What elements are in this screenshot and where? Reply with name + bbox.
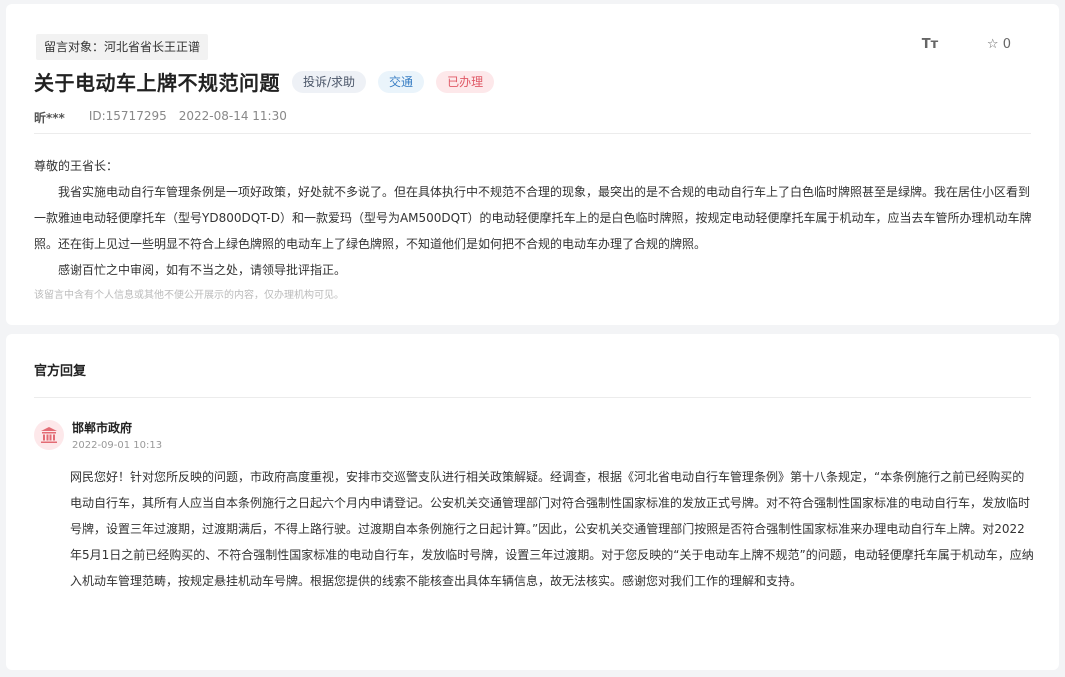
favorite-button[interactable]: ☆ 0 [987, 37, 1011, 52]
message-greeting: 尊敬的王省长： [34, 159, 119, 173]
reply-date: 2022-09-01 10:13 [72, 440, 163, 451]
message-body: 尊敬的王省长： 我省实施电动自行车管理条例是一项好政策，好处就不多说了。但在具体… [34, 153, 1033, 283]
category-badge: 交通 [378, 70, 425, 93]
message-paragraph: 我省实施电动自行车管理条例是一项好政策，好处就不多说了。但在具体执行中不规范不合… [34, 185, 1032, 251]
font-size-icon[interactable]: Tт [921, 37, 939, 52]
message-tools: Tт ☆ 0 [921, 37, 1011, 52]
star-icon: ☆ [986, 37, 999, 52]
author-name: 昕*** [34, 111, 65, 125]
title-row: 关于电动车上牌不规范问题 投诉/求助 交通 已办理 [34, 67, 495, 96]
privacy-notice: 该留言中含有个人信息或其他不便公开展示的内容，仅办理机构可见。 [34, 290, 344, 301]
reply-section-title: 官方回复 [34, 364, 87, 379]
message-card: 留言对象：河北省省长王正谱 Tт ☆ 0 关于电动车上牌不规范问题 投诉/求助 … [6, 4, 1059, 325]
message-target-tag: 留言对象：河北省省长王正谱 [36, 34, 209, 60]
reply-card: 官方回复 邯郸市政府 2022-09-01 10:13 网民您好！针对您所反映的… [6, 334, 1059, 670]
reply-org-name: 邯郸市政府 [72, 421, 133, 435]
message-title: 关于电动车上牌不规范问题 [34, 71, 280, 95]
reply-body: 网民您好！针对您所反映的问题，市政府高度重视，安排市交巡警支队进行相关政策解疑。… [70, 470, 1034, 588]
government-building-icon [34, 420, 64, 450]
status-badge: 已办理 [436, 70, 495, 93]
divider [34, 397, 1031, 398]
message-meta: 昕*** ID:15717295 2022-08-14 11:30 [34, 109, 287, 126]
message-paragraph: 感谢百忙之中审阅，如有不当之处，请领导批评指正。 [58, 263, 347, 277]
favorite-count: 0 [1002, 37, 1011, 52]
type-badge: 投诉/求助 [292, 70, 367, 93]
message-datetime: 2022-08-14 11:30 [178, 109, 287, 123]
message-id: ID:15717295 [88, 109, 167, 123]
divider [34, 133, 1031, 134]
